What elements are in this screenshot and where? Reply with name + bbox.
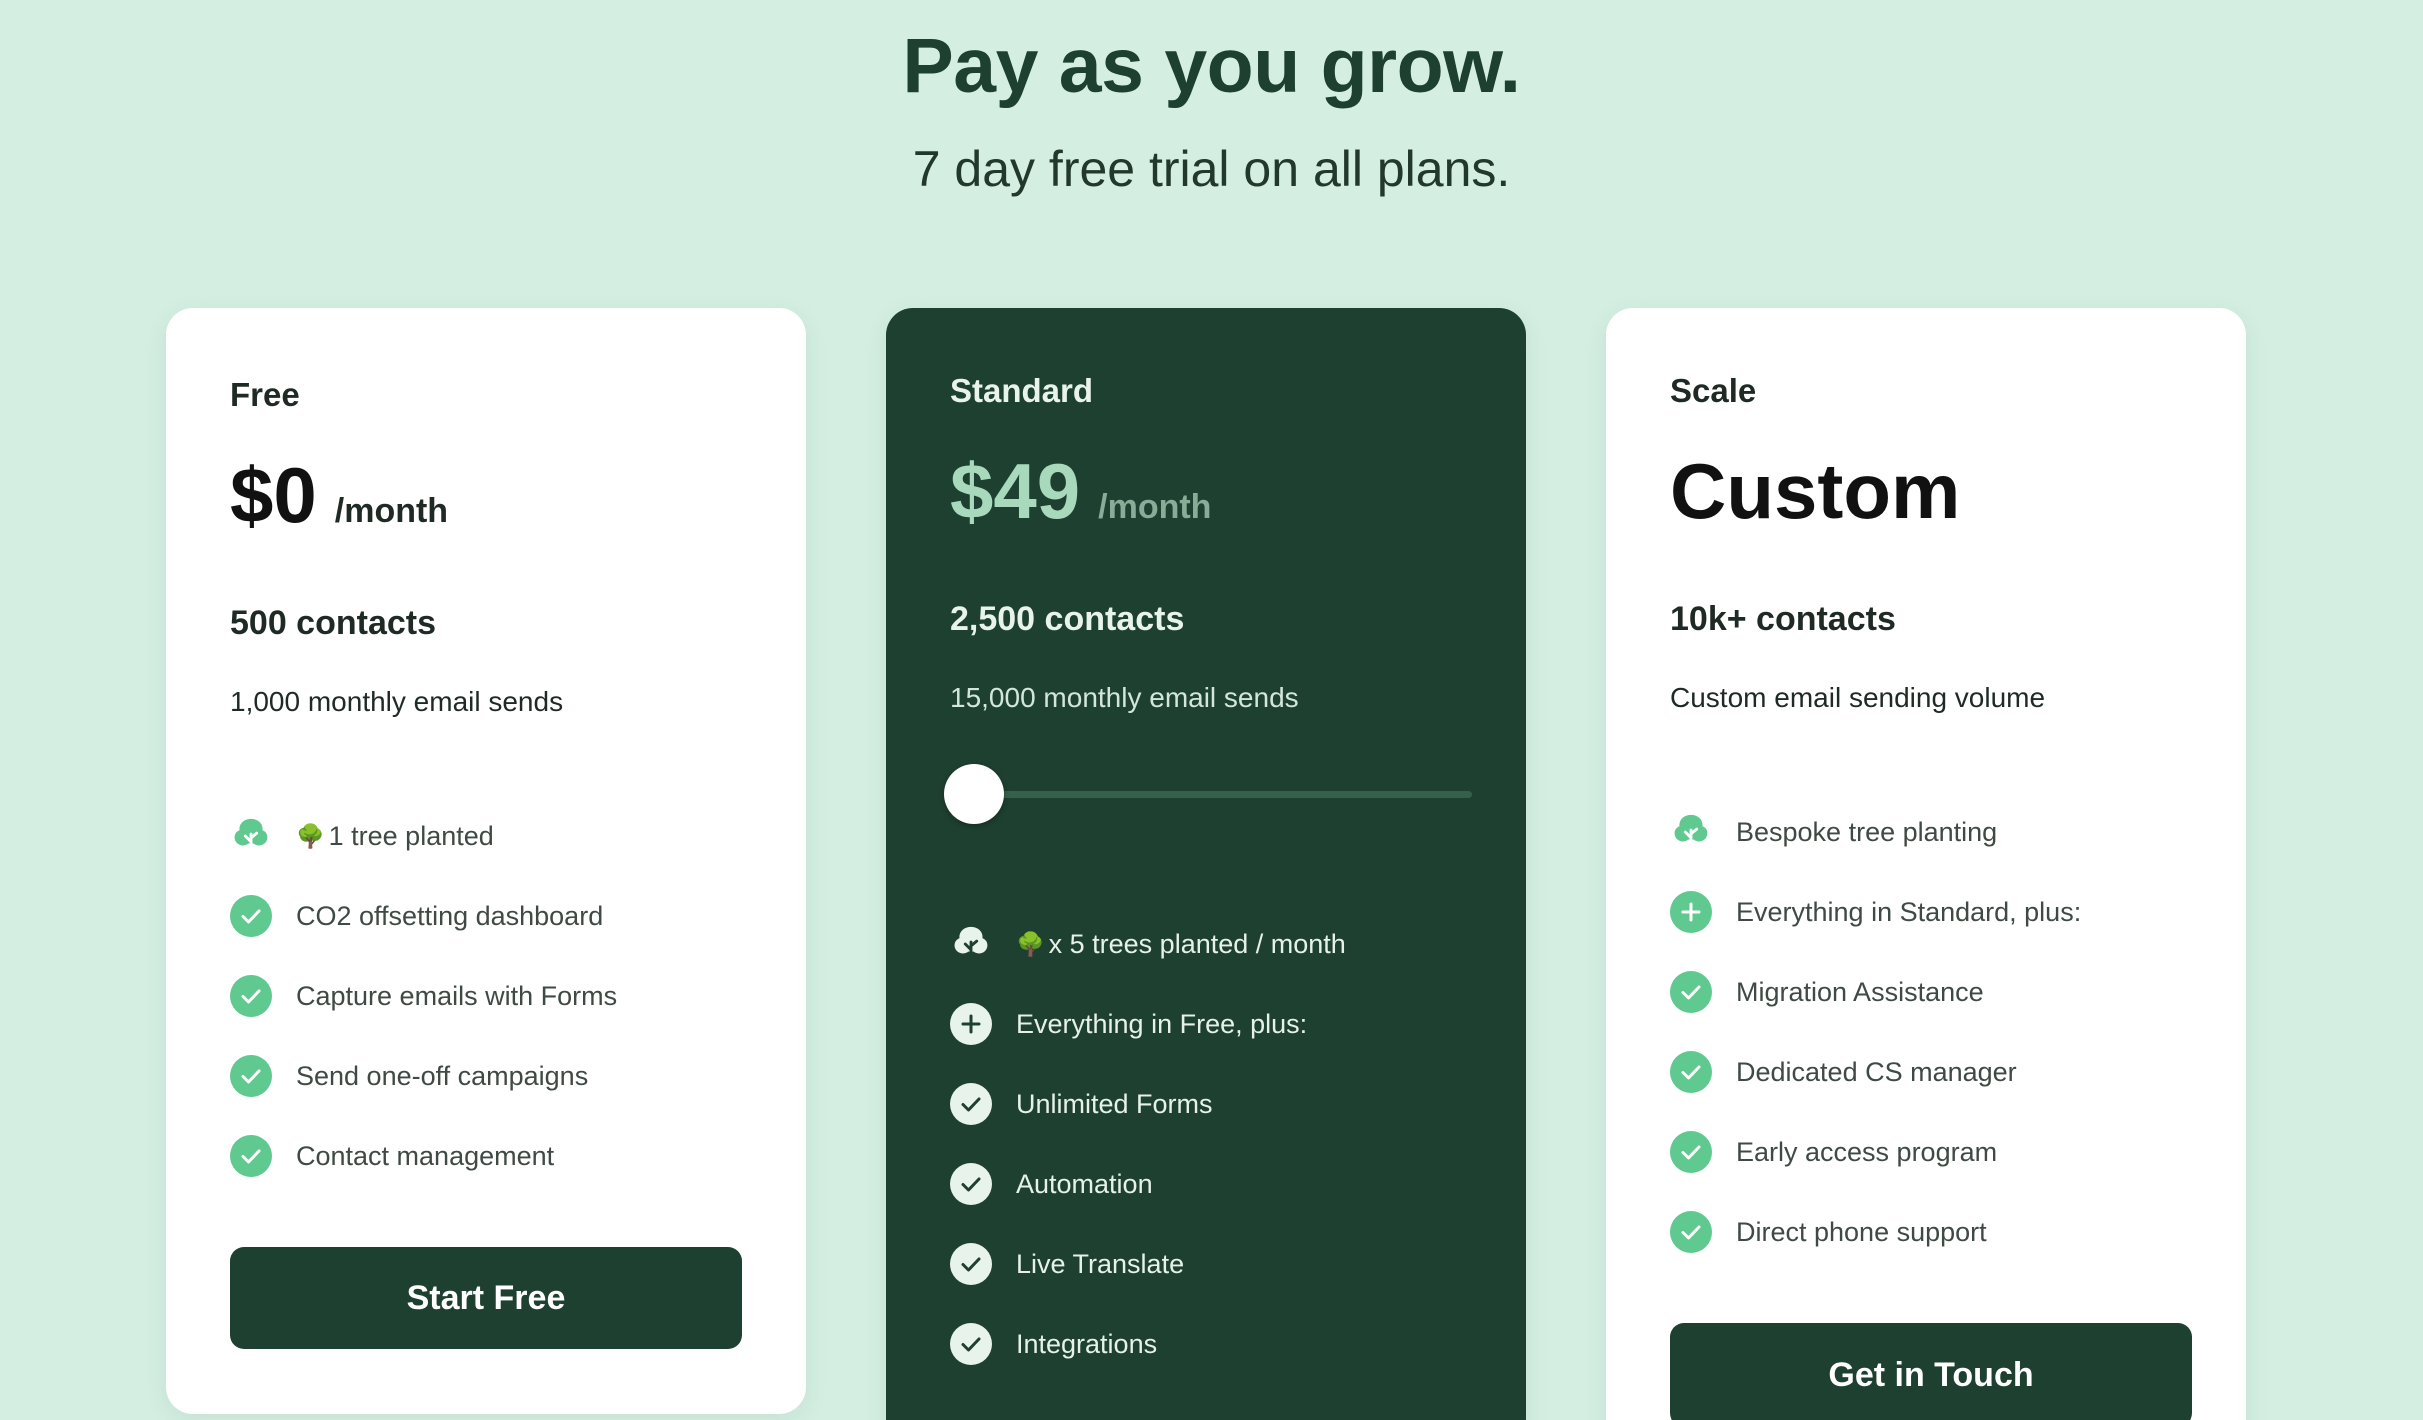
feature-text: Everything in Standard, plus: — [1736, 896, 2082, 927]
check-icon — [230, 895, 272, 937]
plan-card-free: Free $0 /month 500 contacts 1,000 monthl… — [166, 308, 806, 1414]
plus-icon — [1670, 891, 1712, 933]
feature-text: Everything in Free, plus: — [1016, 1008, 1308, 1039]
feature-item: Unlimited Forms — [950, 1064, 1346, 1144]
feature-item: Early access program — [1670, 1112, 2081, 1192]
feature-text: CO2 offsetting dashboard — [296, 900, 604, 931]
check-icon — [1670, 1131, 1712, 1173]
plan-name: Standard — [950, 372, 1094, 409]
plan-contacts: 2,500 contacts — [950, 600, 1185, 638]
plan-contacts: 500 contacts — [230, 604, 436, 642]
tree-icon — [230, 815, 272, 857]
start-free-button[interactable]: Start Free — [230, 1247, 742, 1349]
plan-price: $0 — [230, 451, 317, 539]
check-icon — [230, 1055, 272, 1097]
feature-text: Automation — [1016, 1168, 1153, 1199]
plan-card-standard: Standard $49 /month 2,500 contacts 15,00… — [886, 308, 1526, 1420]
check-icon — [950, 1323, 992, 1365]
feature-item: 🌳 1 tree planted — [230, 796, 617, 876]
feature-item: Integrations — [950, 1304, 1346, 1384]
slider-thumb[interactable] — [944, 764, 1004, 824]
feature-item: 🌳 x 5 trees planted / month — [950, 904, 1346, 984]
plan-sends: 15,000 monthly email sends — [950, 682, 1299, 713]
plus-icon — [950, 1003, 992, 1045]
feature-text: Send one-off campaigns — [296, 1060, 589, 1091]
feature-item: Everything in Standard, plus: — [1670, 872, 2081, 952]
feature-text: x 5 trees planted / month — [1048, 928, 1346, 959]
page-title: Pay as you grow. — [902, 23, 1521, 109]
slider-track[interactable] — [974, 791, 1472, 798]
price-period: /month — [1098, 488, 1212, 526]
feature-text: Dedicated CS manager — [1736, 1056, 2017, 1087]
feature-item: Everything in Free, plus: — [950, 984, 1346, 1064]
feature-text: Capture emails with Forms — [296, 980, 618, 1011]
feature-item: Automation — [950, 1144, 1346, 1224]
feature-text: Direct phone support — [1736, 1216, 1987, 1247]
feature-text: Unlimited Forms — [1016, 1088, 1213, 1119]
feature-text: Integrations — [1016, 1328, 1158, 1359]
feature-text: Live Translate — [1016, 1248, 1185, 1279]
plan-sends: Custom email sending volume — [1670, 682, 2046, 713]
plan-price: Custom — [1670, 447, 1961, 535]
check-icon — [950, 1243, 992, 1285]
feature-item: CO2 offsetting dashboard — [230, 876, 617, 956]
feature-item: Send one-off campaigns — [230, 1036, 617, 1116]
price-period: /month — [334, 492, 449, 530]
price-row: Custom — [1670, 452, 1960, 530]
feature-text: Contact management — [296, 1140, 555, 1171]
tree-emoji-icon: 🌳 — [296, 822, 325, 849]
pricing-page: Pay as you grow. 7 day free trial on all… — [0, 0, 2423, 1420]
feature-item: Direct phone support — [1670, 1192, 2081, 1272]
check-icon — [950, 1083, 992, 1125]
feature-item: Migration Assistance — [1670, 952, 2081, 1032]
feature-list: Bespoke tree planting Everything in Stand… — [1670, 792, 2081, 1272]
check-icon — [950, 1163, 992, 1205]
plan-card-scale: Scale Custom 10k+ contacts Custom email … — [1606, 308, 2246, 1420]
tree-icon — [1670, 811, 1712, 853]
check-icon — [230, 975, 272, 1017]
plan-name: Free — [230, 376, 300, 413]
plan-name: Scale — [1670, 372, 1757, 409]
price-row: $49 /month — [950, 452, 1211, 530]
page-subtitle: 7 day free trial on all plans. — [912, 141, 1511, 197]
check-icon — [230, 1135, 272, 1177]
check-icon — [1670, 1211, 1712, 1253]
plan-price: $49 — [950, 447, 1081, 535]
get-in-touch-button[interactable]: Get in Touch — [1670, 1323, 2192, 1420]
check-icon — [1670, 1051, 1712, 1093]
contacts-slider[interactable] — [944, 764, 1474, 824]
price-row: $0 /month — [230, 456, 448, 534]
tree-emoji-icon: 🌳 — [1016, 930, 1045, 957]
feature-list: 🌳 x 5 trees planted / month Everything in … — [950, 904, 1346, 1384]
plan-sends: 1,000 monthly email sends — [230, 686, 564, 717]
plan-contacts: 10k+ contacts — [1670, 600, 1896, 638]
feature-item: Capture emails with Forms — [230, 956, 617, 1036]
feature-item: Bespoke tree planting — [1670, 792, 2081, 872]
feature-text: Early access program — [1736, 1136, 1998, 1167]
check-icon — [1670, 971, 1712, 1013]
feature-text: Migration Assistance — [1736, 976, 1984, 1007]
feature-text: 1 tree planted — [328, 820, 494, 851]
feature-item: Dedicated CS manager — [1670, 1032, 2081, 1112]
feature-item: Live Translate — [950, 1224, 1346, 1304]
tree-icon — [950, 923, 992, 965]
feature-item: Contact management — [230, 1116, 617, 1196]
feature-list: 🌳 1 tree planted CO2 offsetting dashboard C… — [230, 796, 617, 1196]
feature-text: Bespoke tree planting — [1736, 816, 1998, 847]
